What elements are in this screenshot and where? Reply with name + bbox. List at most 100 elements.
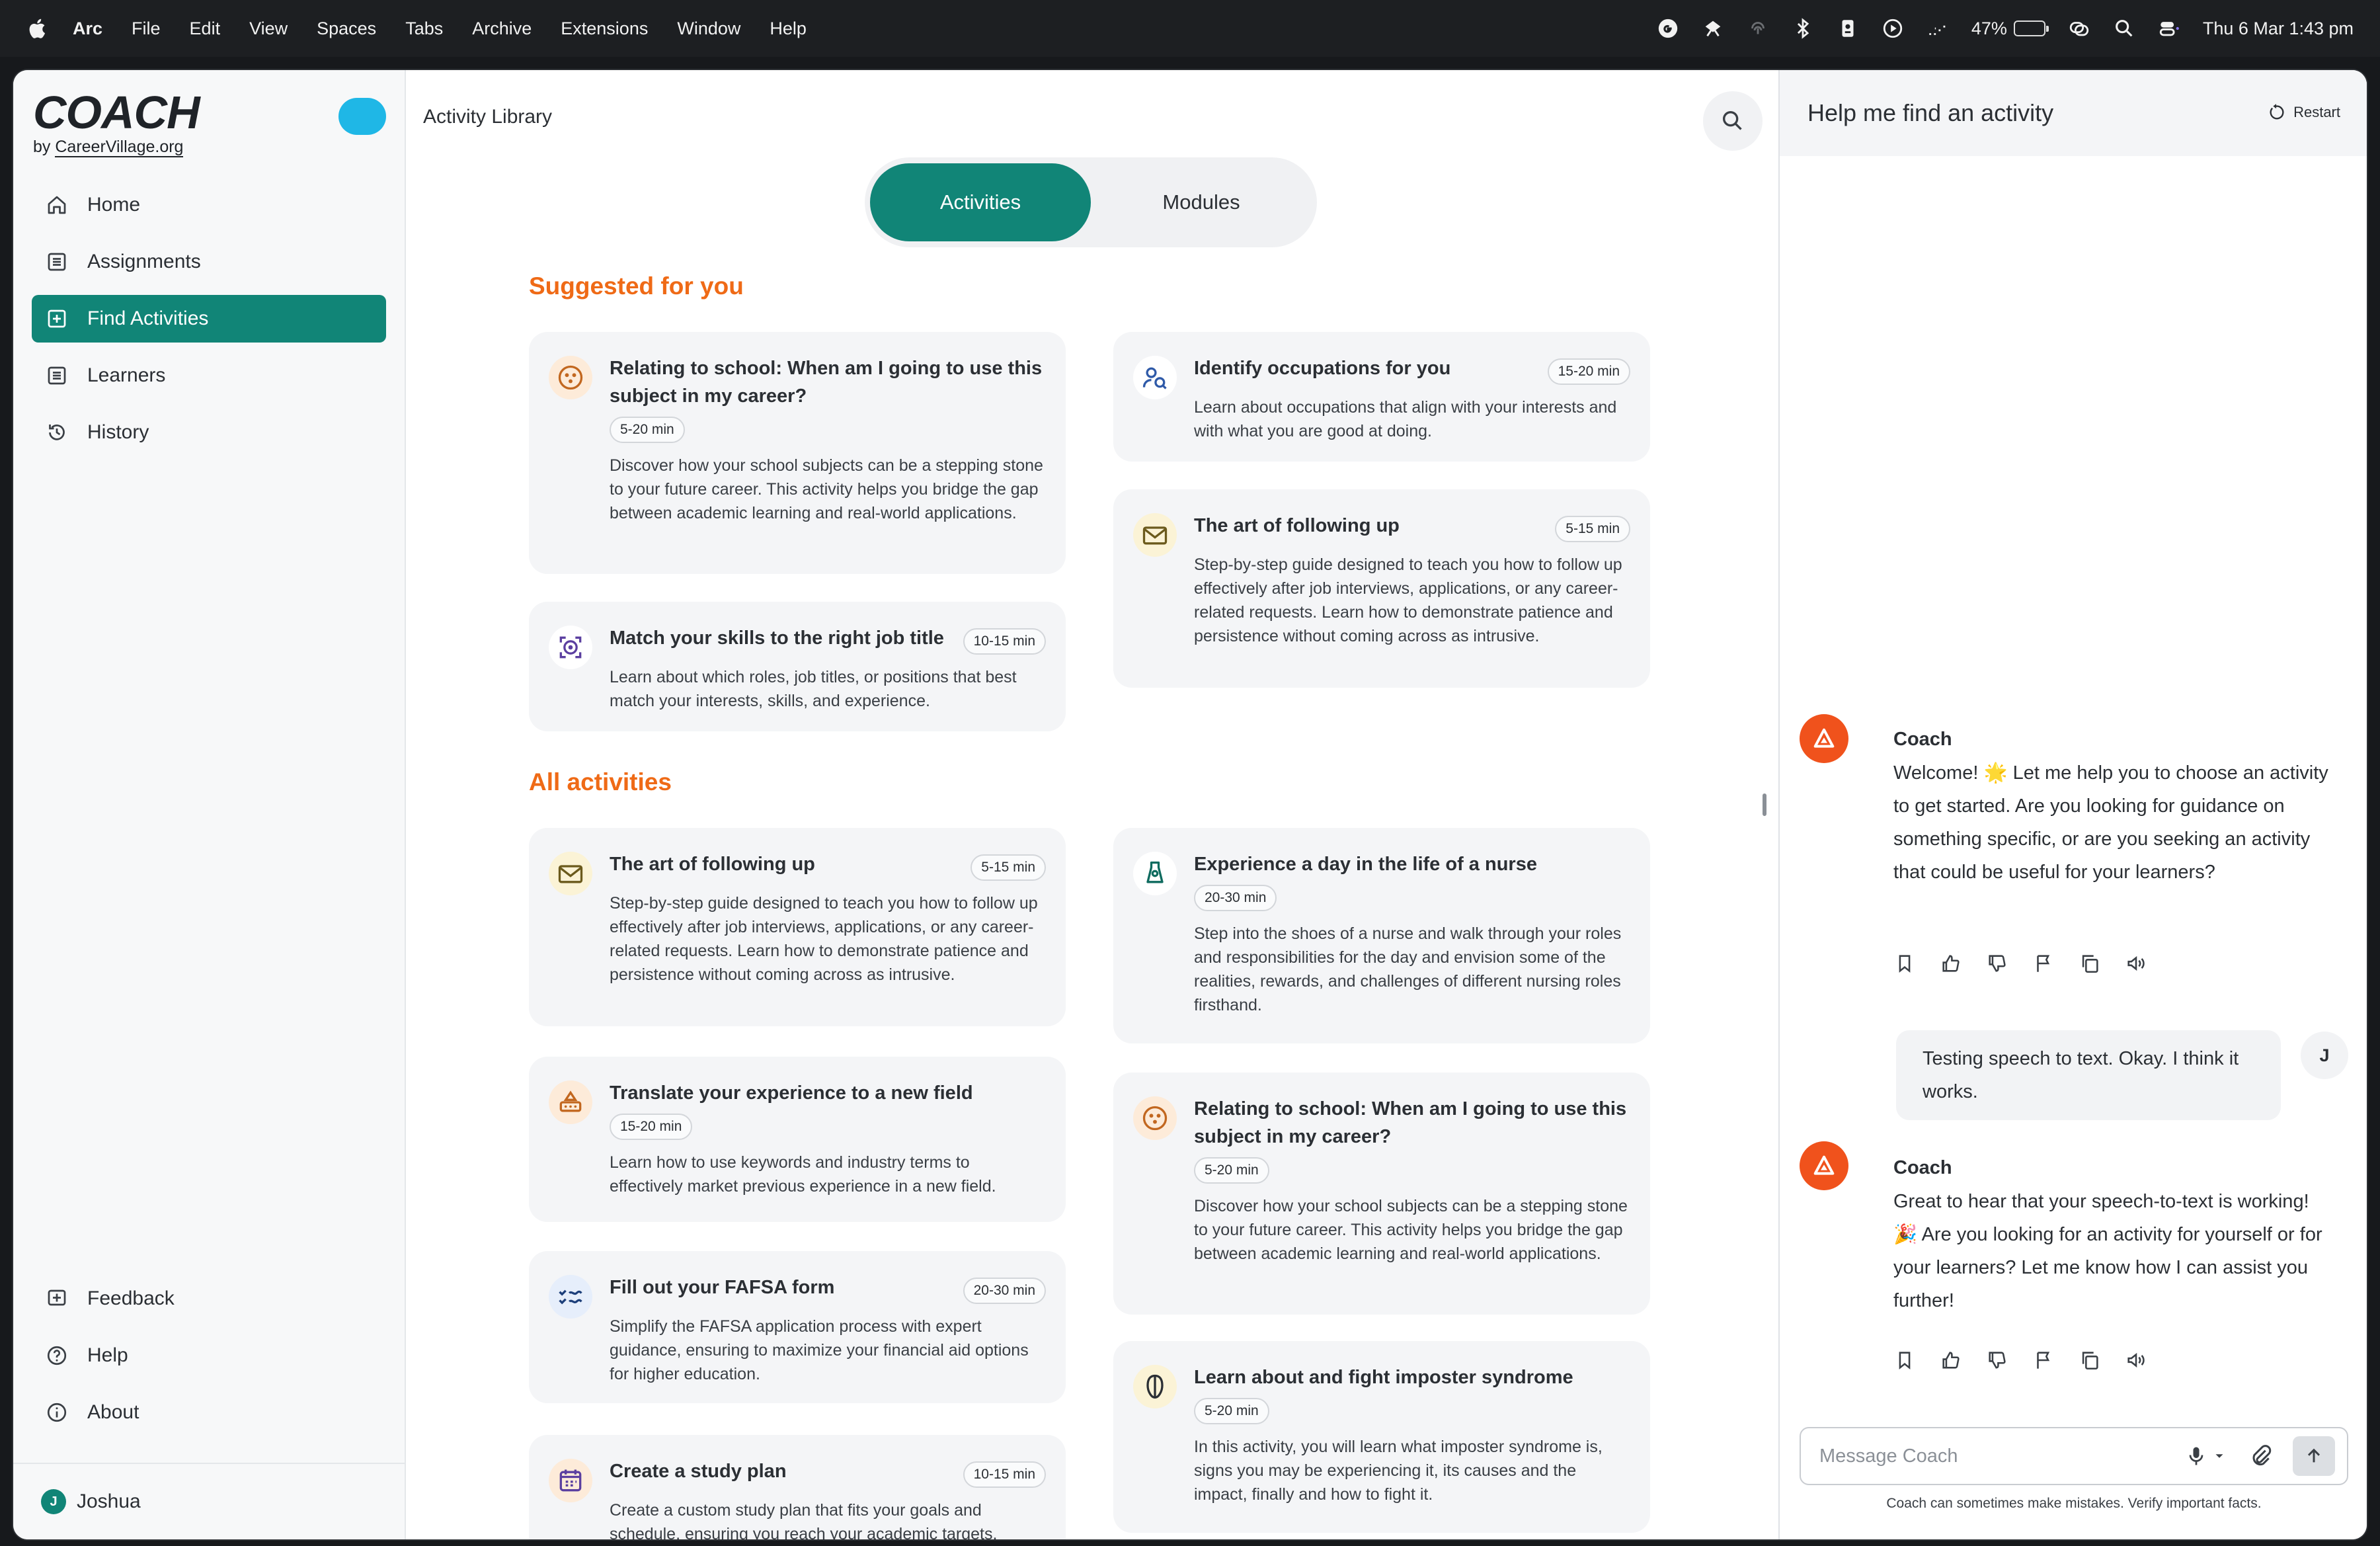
view-toggle: Activities Modules [865, 157, 1317, 247]
thumbs-down-icon[interactable] [1986, 1349, 2008, 1371]
nav-item-label: Help [87, 1344, 128, 1366]
fingerprint-icon[interactable] [1747, 17, 1769, 40]
menu-app-name[interactable]: Arc [73, 19, 102, 39]
activity-card[interactable]: Learn about and fight imposter syndrome … [1113, 1341, 1650, 1533]
duration-badge: 5-15 min [971, 854, 1046, 881]
activity-card[interactable]: Relating to school: When am I going to u… [1113, 1073, 1650, 1315]
card-title: Fill out your FAFSA form [610, 1277, 835, 1298]
grammarly-icon[interactable] [1657, 17, 1679, 40]
checklist-icon [549, 1275, 592, 1319]
list-icon [48, 253, 66, 271]
activity-card[interactable]: Experience a day in the life of a nurse … [1113, 828, 1650, 1043]
nav-item-about[interactable]: About [32, 1389, 386, 1436]
card-description: Step-by-step guide designed to teach you… [1194, 555, 1622, 645]
coach-logo[interactable]: COACH by CareerVillage.org [33, 86, 200, 157]
menu-extensions[interactable]: Extensions [561, 19, 648, 39]
menu-tabs[interactable]: Tabs [405, 19, 443, 39]
search-button[interactable] [1703, 91, 1763, 151]
activity-card[interactable]: Identify occupations for you 15-20 min L… [1113, 332, 1650, 462]
nav-item-label: Learners [87, 364, 166, 386]
tab-activities[interactable]: Activities [870, 163, 1091, 241]
chat-disclaimer: Coach can sometimes make mistakes. Verif… [1886, 1496, 2262, 1511]
scrollbar-thumb[interactable] [1763, 793, 1766, 816]
flag-icon[interactable] [2032, 952, 2055, 975]
main-nav: Home Assignments Find Activities Learner… [32, 181, 386, 466]
nav-item-home[interactable]: Home [32, 181, 386, 229]
nav-item-history[interactable]: History [32, 409, 386, 456]
card-description: Learn about occupations that align with … [1194, 398, 1617, 440]
message-composer [1800, 1427, 2348, 1485]
id-card-icon[interactable] [1837, 17, 1859, 40]
message-input[interactable] [1819, 1445, 2176, 1467]
microphone-button[interactable] [2184, 1444, 2227, 1468]
control-center-icon[interactable] [2158, 17, 2180, 40]
nav-item-feedback[interactable]: Feedback [32, 1275, 386, 1322]
nav-item-label: Find Activities [87, 307, 209, 329]
send-button[interactable] [2293, 1436, 2335, 1476]
flag-icon[interactable] [2032, 1349, 2055, 1371]
bookmark-icon[interactable] [1893, 952, 1916, 975]
activity-library: Activity Library Activities Modules Sugg… [406, 70, 1778, 1539]
activity-card[interactable]: The art of following up 5-15 min Step-by… [1113, 489, 1650, 688]
nav-item-learners[interactable]: Learners [32, 352, 386, 399]
restart-button[interactable]: Restart [2267, 103, 2340, 122]
activity-card[interactable]: Translate your experience to a new field… [529, 1057, 1066, 1222]
card-title: Identify occupations for you [1194, 358, 1451, 379]
thumbs-up-icon[interactable] [1940, 952, 1962, 975]
envelope-icon [1133, 513, 1177, 557]
menu-archive[interactable]: Archive [472, 19, 532, 39]
read-aloud-icon[interactable] [2125, 1349, 2147, 1371]
search-icon [1723, 111, 1742, 130]
activity-monitor-icon[interactable] [1926, 17, 1949, 40]
activity-card[interactable]: Create a study plan 10-15 min Create a c… [529, 1435, 1066, 1539]
duration-badge: 15-20 min [1547, 358, 1630, 385]
user-message: Testing speech to text. Okay. I think it… [1896, 1030, 2281, 1120]
all-activities-heading: All activities [529, 768, 672, 795]
tab-modules[interactable]: Modules [1091, 163, 1312, 241]
copy-icon[interactable] [2079, 1349, 2101, 1371]
paperclip-icon[interactable] [2248, 1443, 2274, 1469]
history-icon [49, 425, 65, 440]
suggested-heading: Suggested for you [529, 272, 744, 300]
info-icon [47, 1403, 67, 1422]
nav-item-assignments[interactable]: Assignments [32, 238, 386, 286]
bluetooth-icon[interactable] [1792, 17, 1814, 40]
duration-badge: 5-15 min [1555, 516, 1630, 542]
duration-badge: 10-15 min [963, 1461, 1046, 1488]
card-title: Learn about and fight imposter syndrome [1194, 1367, 1573, 1388]
battery-indicator[interactable]: 47% [1971, 19, 2049, 39]
user-profile[interactable]: J Joshua [13, 1463, 406, 1539]
thumbs-down-icon[interactable] [1986, 952, 2008, 975]
duration-badge: 10-15 min [963, 628, 1046, 655]
copy-icon[interactable] [2079, 952, 2101, 975]
activity-card[interactable]: Relating to school: When am I going to u… [529, 332, 1066, 574]
read-aloud-icon[interactable] [2125, 952, 2147, 975]
menu-view[interactable]: View [249, 19, 288, 39]
activity-card[interactable]: Match your skills to the right job title… [529, 602, 1066, 731]
spotlight-search-icon[interactable] [2113, 17, 2135, 40]
extension-status-icon[interactable] [1702, 17, 1724, 40]
bookmark-icon[interactable] [1893, 1349, 1916, 1371]
menu-window[interactable]: Window [677, 19, 740, 39]
menu-spaces[interactable]: Spaces [317, 19, 376, 39]
menu-help[interactable]: Help [770, 19, 807, 39]
secondary-nav: Feedback Help About [32, 1275, 386, 1445]
card-description: Learn how to use keywords and industry t… [610, 1153, 996, 1196]
activity-card[interactable]: Fill out your FAFSA form 20-30 min Simpl… [529, 1251, 1066, 1403]
screen-mirroring-icon[interactable] [2068, 17, 2090, 40]
activity-card[interactable]: The art of following up 5-15 min Step-by… [529, 828, 1066, 1026]
duration-badge: 20-30 min [1194, 885, 1277, 911]
apple-logo-icon[interactable] [26, 17, 46, 40]
menu-edit[interactable]: Edit [190, 19, 221, 39]
thumbs-up-icon[interactable] [1940, 1349, 1962, 1371]
plus-square-icon [48, 309, 66, 328]
coach-message: Great to hear that your speech-to-text i… [1893, 1191, 2322, 1311]
mask-icon [1133, 1365, 1177, 1408]
coach-message: Welcome! 🌟 Let me help you to choose an … [1893, 762, 2328, 883]
nav-item-find-activities[interactable]: Find Activities [32, 295, 386, 343]
menu-file[interactable]: File [132, 19, 161, 39]
nav-item-help[interactable]: Help [32, 1332, 386, 1379]
play-circle-icon[interactable] [1882, 17, 1904, 40]
menubar-clock[interactable]: Thu 6 Mar 1:43 pm [2203, 19, 2354, 39]
card-description: Discover how your school subjects can be… [1194, 1197, 1628, 1263]
